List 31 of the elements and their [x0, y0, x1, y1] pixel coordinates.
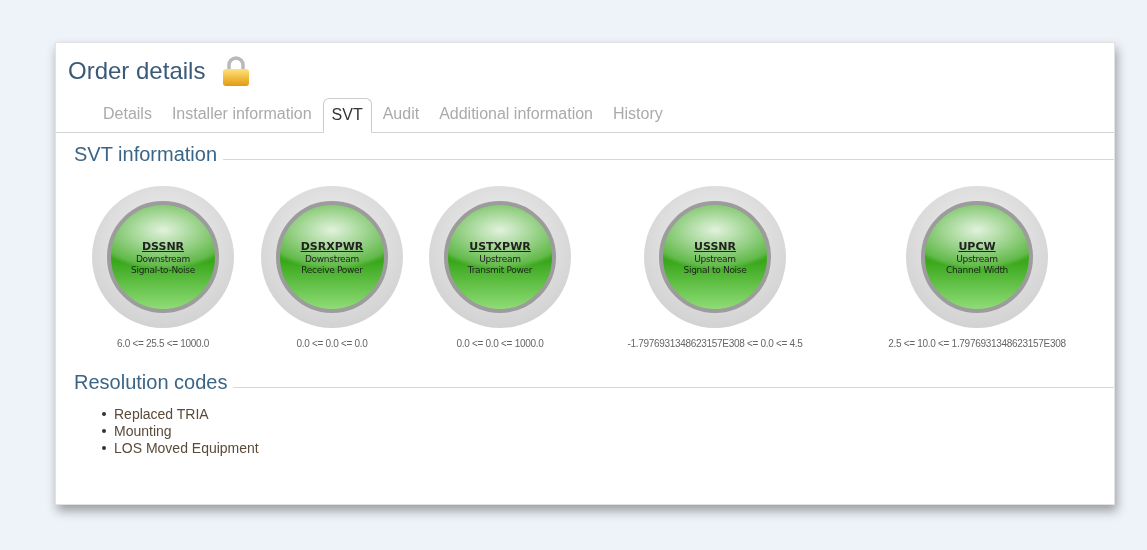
- resolution-code: Replaced TRIA: [114, 406, 209, 422]
- section-heading: SVT information: [74, 143, 218, 166]
- gauge-description: Signal to Noise: [683, 264, 747, 275]
- resolution-code: Mounting: [114, 423, 172, 439]
- gauge-code[interactable]: USTXPWR: [469, 239, 531, 253]
- gauge-range: 0.0 <= 0.0 <= 1000.0: [456, 338, 544, 349]
- tab[interactable]: SVT: [322, 98, 372, 133]
- gauge-code[interactable]: USSNR: [694, 239, 736, 253]
- gauge-description: Transmit Power: [467, 264, 533, 275]
- gauge-code[interactable]: DSRXPWR: [300, 239, 364, 253]
- gauge-range: 2.5 <= 10.0 <= 1.7976931348623157E308: [888, 338, 1066, 349]
- gauge-description: Signal-to-Noise: [131, 264, 195, 275]
- page-title: Order details: [68, 57, 206, 85]
- gauge-description: Downstream: [135, 253, 190, 264]
- section-heading: Resolution codes: [74, 371, 228, 394]
- gauge-range: 0.0 <= 0.0 <= 0.0: [296, 338, 368, 349]
- gauge-range: -1.7976931348623157E308 <= 0.0 <= 4.5: [627, 338, 803, 349]
- gauge-description: Upstream: [479, 253, 521, 264]
- gauge-code[interactable]: UPCW: [958, 239, 996, 253]
- gauge-description: Upstream: [956, 253, 998, 264]
- gauge-description: Downstream: [304, 253, 359, 264]
- bullet-icon: [102, 412, 106, 416]
- gauge-description: Receive Power: [301, 264, 363, 275]
- gauge-range: 6.0 <= 25.5 <= 1000.0: [116, 338, 210, 349]
- gauge-description: Channel Width: [945, 264, 1009, 275]
- gauge-description: Upstream: [694, 253, 736, 264]
- resolution-code: LOS Moved Equipment: [114, 440, 259, 456]
- bullet-icon: [102, 429, 106, 433]
- gauge-code[interactable]: DSSNR: [141, 239, 185, 253]
- bullet-icon: [102, 446, 106, 450]
- padlock-icon: [221, 55, 252, 87]
